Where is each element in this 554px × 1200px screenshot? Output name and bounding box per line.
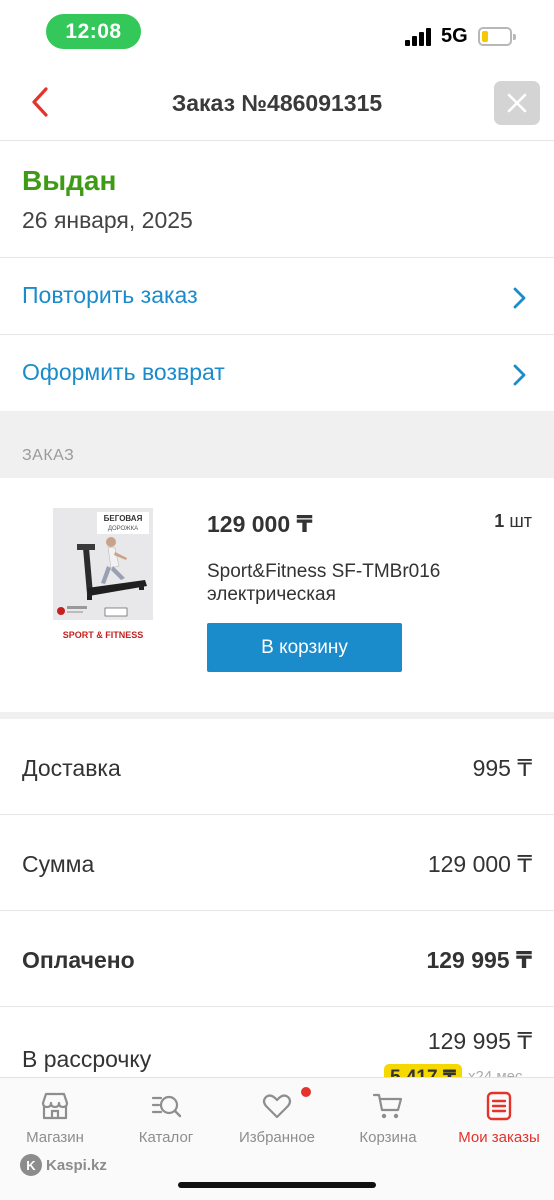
quantity-unit: шт xyxy=(509,511,532,531)
cellular-signal-icon xyxy=(405,28,433,46)
orders-icon xyxy=(486,1091,512,1121)
close-icon xyxy=(507,93,527,113)
tab-favorites-label: Избранное xyxy=(238,1129,316,1146)
product-image[interactable]: БЕГОВАЯ ДОРОЖКА SPORT & FITNESS xyxy=(53,508,153,643)
order-section-label: ЗАКАЗ xyxy=(22,447,75,464)
subtotal-row: Сумма 129 000 ₸ xyxy=(0,815,554,911)
repeat-order-label: Повторить заказ xyxy=(22,282,198,308)
installment-value: 129 995 ₸ xyxy=(427,1028,532,1054)
battery-icon xyxy=(478,27,516,46)
catalog-search-icon xyxy=(151,1095,182,1118)
product-price: 129 000 ₸ xyxy=(207,511,313,537)
network-type: 5G xyxy=(441,25,468,47)
status-bar: 12:08 5G xyxy=(0,0,554,60)
tab-favorites[interactable]: Избранное xyxy=(222,1078,332,1154)
tab-catalog-label: Каталог xyxy=(138,1129,194,1146)
kaspi-brand: K Kaspi.kz xyxy=(20,1154,107,1176)
quantity-value: 1 xyxy=(494,511,505,531)
add-to-cart-button[interactable]: В корзину xyxy=(207,623,402,672)
header: Заказ №486091315 xyxy=(0,64,554,141)
tab-cart-label: Корзина xyxy=(359,1129,417,1146)
subtotal-label: Сумма xyxy=(22,851,95,877)
home-indicator xyxy=(178,1182,376,1188)
store-icon xyxy=(41,1092,69,1120)
order-date: 26 января, 2025 xyxy=(22,207,193,233)
status-time: 12:08 xyxy=(46,14,141,49)
installment-label: В рассрочку xyxy=(22,1046,152,1072)
delivery-label: Доставка xyxy=(22,755,121,781)
repeat-order-button[interactable]: Повторить заказ xyxy=(0,258,554,335)
tab-store[interactable]: Магазин xyxy=(0,1078,110,1154)
tab-cart[interactable]: Корзина xyxy=(333,1078,443,1154)
subtotal-value: 129 000 ₸ xyxy=(427,851,532,877)
cart-icon xyxy=(372,1093,403,1119)
paid-value: 129 995 ₸ xyxy=(426,947,532,973)
return-order-label: Оформить возврат xyxy=(22,359,225,385)
close-button[interactable] xyxy=(494,81,540,125)
page-title: Заказ №486091315 xyxy=(171,90,383,116)
heart-icon xyxy=(262,1094,292,1119)
favorites-badge-dot xyxy=(301,1087,311,1097)
product-name[interactable]: Sport&Fitness SF-TMBr016 электрическая xyxy=(207,560,507,606)
paid-row: Оплачено 129 995 ₸ xyxy=(0,911,554,1007)
installment-row: В рассрочку 129 995 ₸ 5 417 ₸ х24 мес xyxy=(0,1006,554,1078)
product-image-subtitle: ДОРОЖКА xyxy=(108,526,138,532)
order-status: Выдан xyxy=(22,165,117,196)
kaspi-brand-label: Kaspi.kz xyxy=(46,1156,107,1174)
chevron-right-icon xyxy=(513,287,526,309)
order-status-section: Выдан 26 января, 2025 xyxy=(0,141,554,258)
product-image-brand: SPORT & FITNESS xyxy=(63,630,144,640)
order-item: БЕГОВАЯ ДОРОЖКА SPORT & FITNESS 129 000 … xyxy=(0,478,554,712)
return-order-button[interactable]: Оформить возврат xyxy=(0,335,554,412)
product-image-title: БЕГОВАЯ xyxy=(104,514,143,523)
chevron-right-icon xyxy=(513,364,526,386)
tab-store-label: Магазин xyxy=(26,1129,84,1146)
delivery-row: Доставка 995 ₸ xyxy=(0,719,554,815)
tab-my-orders-label: Мои заказы xyxy=(458,1129,540,1146)
paid-label: Оплачено xyxy=(22,947,135,973)
divider xyxy=(0,712,554,719)
tab-catalog[interactable]: Каталог xyxy=(111,1078,221,1154)
delivery-value: 995 ₸ xyxy=(472,755,532,781)
installment-monthly-badge: 5 417 ₸ xyxy=(384,1064,463,1078)
order-section-header: ЗАКАЗ xyxy=(0,411,554,478)
tab-my-orders[interactable]: Мои заказы xyxy=(444,1078,554,1154)
kaspi-logo-icon: K xyxy=(20,1154,42,1176)
product-quantity: 1 шт xyxy=(494,511,532,532)
